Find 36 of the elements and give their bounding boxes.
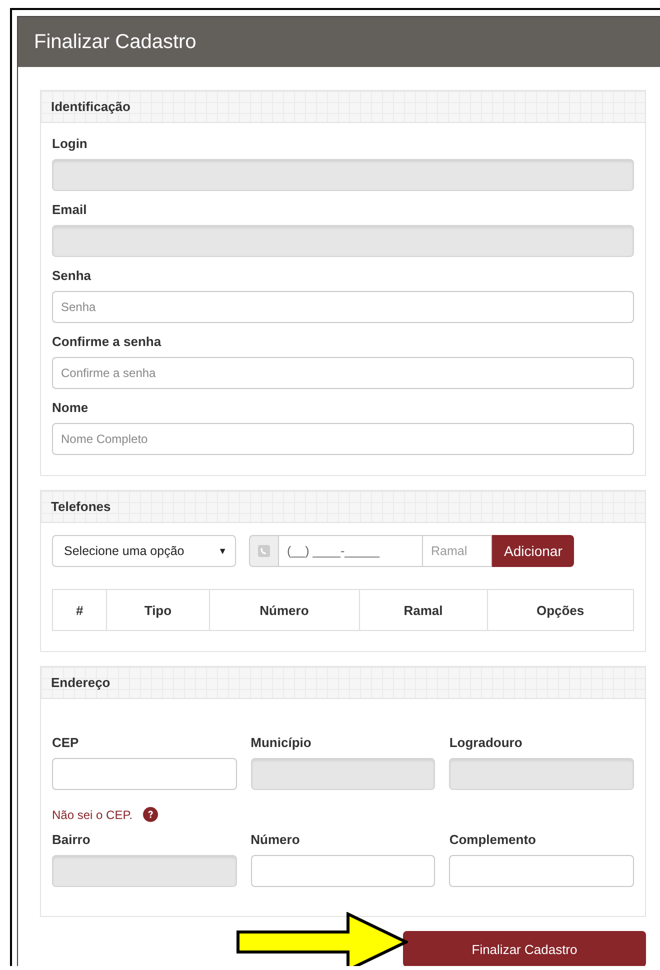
- field-label: CEP: [52, 734, 80, 752]
- section-title: Telefones: [51, 499, 111, 514]
- extension-field[interactable]: Ramal: [423, 535, 492, 567]
- field-label: Complemento: [449, 831, 537, 849]
- input-field[interactable]: [449, 855, 634, 887]
- window-title: Finalizar Cadastro: [34, 30, 196, 54]
- input-field[interactable]: Confirme a senha: [52, 357, 634, 389]
- input-field[interactable]: Senha: [52, 291, 634, 323]
- field-label: Senha: [52, 267, 92, 285]
- field-label: Confirme a senha: [52, 333, 162, 351]
- section-title: Identificação: [51, 99, 130, 114]
- field-label: Bairro: [52, 831, 92, 849]
- field-label: Logradouro: [449, 734, 524, 752]
- field-label: Login: [52, 135, 88, 153]
- field-label: Nome: [52, 399, 90, 417]
- column-header: Opções: [487, 590, 634, 630]
- submit-button[interactable]: Finalizar Cadastro: [403, 931, 646, 966]
- input-field[interactable]: [250, 855, 436, 887]
- column-header: Ramal: [359, 590, 488, 630]
- field-label: Email: [52, 201, 88, 219]
- field-label: Município: [250, 734, 312, 752]
- add-button[interactable]: Adicionar: [492, 535, 574, 567]
- help-icon: [142, 807, 158, 822]
- help-link[interactable]: Não sei o CEP.: [52, 808, 132, 822]
- column-header: Tipo: [106, 590, 210, 630]
- phone-icon: [258, 545, 270, 557]
- column-header: Número: [209, 590, 360, 630]
- phone-number-field[interactable]: (__) ____-_____: [278, 535, 423, 567]
- type-select[interactable]: Selecione uma opção ▼: [52, 535, 236, 567]
- caret-icon: ▼: [218, 546, 227, 556]
- input-field[interactable]: Nome Completo: [52, 423, 634, 455]
- column-header: #: [52, 590, 107, 630]
- field-label: Número: [250, 831, 301, 849]
- pointer-arrow-icon: [236, 912, 408, 966]
- input-field[interactable]: [52, 758, 237, 790]
- section-title: Endereço: [51, 675, 110, 690]
